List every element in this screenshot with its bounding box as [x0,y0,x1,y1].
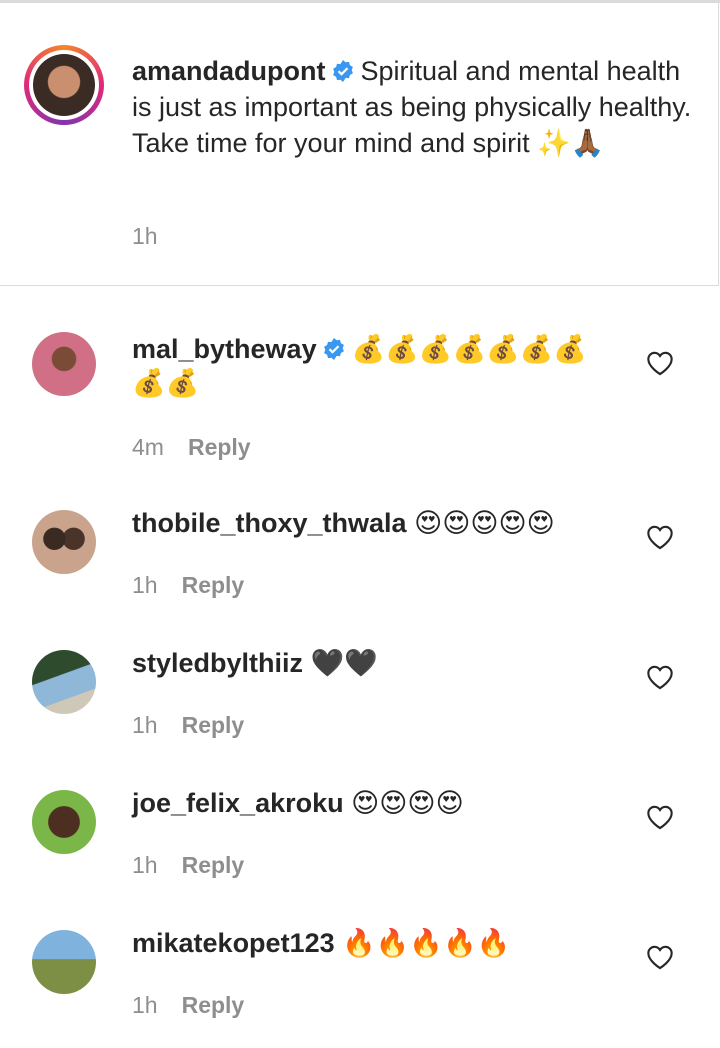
caption-emojis: ✨🙏🏾 [537,128,605,158]
comment-username[interactable]: joe_felix_akroku [132,788,344,818]
like-heart-icon[interactable] [646,350,674,376]
comment-meta: 1h Reply [132,992,244,1019]
comment-username[interactable]: mikatekopet123 [132,928,335,958]
comment-time: 1h [132,572,158,598]
commenter-avatar[interactable] [32,332,96,396]
comment-time: 1h [132,992,158,1018]
profile-photo [33,54,95,116]
comment-row: mikatekopet123 🔥🔥🔥🔥🔥 1h Reply [0,908,720,1048]
comment-time: 4m [132,434,164,460]
reply-button[interactable]: Reply [182,992,245,1018]
commenter-avatar[interactable] [32,790,96,854]
reply-button[interactable]: Reply [182,852,245,878]
comment-username[interactable]: thobile_thoxy_thwala [132,508,407,538]
comment-username[interactable]: mal_bytheway [132,334,317,364]
verified-badge-icon [323,338,344,360]
comment-row: thobile_thoxy_thwala 😍😍😍😍😍 1h Reply [0,488,720,628]
comment-meta: 1h Reply [132,572,244,599]
comment-emojis: 🖤🖤 [310,648,378,678]
comment-emojis: 🔥🔥🔥🔥🔥 [342,928,511,958]
post-caption: amandadupont Spiritual and mental health … [0,3,719,286]
comment-text: mikatekopet123 🔥🔥🔥🔥🔥 [132,926,602,960]
comment-time: 1h [132,712,158,738]
verified-badge-icon [332,60,353,82]
commenter-avatar[interactable] [32,510,96,574]
comment-username[interactable]: styledbylthiiz [132,648,303,678]
comment-emojis: 😍😍😍😍 [351,788,464,818]
comment-text: styledbylthiiz 🖤🖤 [132,646,602,680]
comment-text: thobile_thoxy_thwala 😍😍😍😍😍 [132,506,602,540]
reply-button[interactable]: Reply [182,712,245,738]
caption-avatar[interactable] [24,45,104,125]
comment-text: mal_bytheway 💰💰💰💰💰💰💰💰💰 [132,332,602,400]
caption-time: 1h [132,223,158,249]
comment-text: joe_felix_akroku 😍😍😍😍 [132,786,602,820]
caption-text-block: amandadupont Spiritual and mental health … [132,53,692,161]
like-heart-icon[interactable] [646,524,674,550]
comment-meta: 1h Reply [132,712,244,739]
comment-meta: 4m Reply [132,434,251,461]
comment-emojis: 😍😍😍😍😍 [414,508,555,538]
caption-username[interactable]: amandadupont [132,56,326,86]
reply-button[interactable]: Reply [182,572,245,598]
like-heart-icon[interactable] [646,804,674,830]
like-heart-icon[interactable] [646,664,674,690]
commenter-avatar[interactable] [32,930,96,994]
comment-time: 1h [132,852,158,878]
comment-row: mal_bytheway 💰💰💰💰💰💰💰💰💰 4m Reply [0,318,720,461]
comment-row: styledbylthiiz 🖤🖤 1h Reply [0,628,720,768]
reply-button[interactable]: Reply [188,434,251,460]
comment-row: joe_felix_akroku 😍😍😍😍 1h Reply [0,768,720,908]
like-heart-icon[interactable] [646,944,674,970]
commenter-avatar[interactable] [32,650,96,714]
comment-meta: 1h Reply [132,852,244,879]
